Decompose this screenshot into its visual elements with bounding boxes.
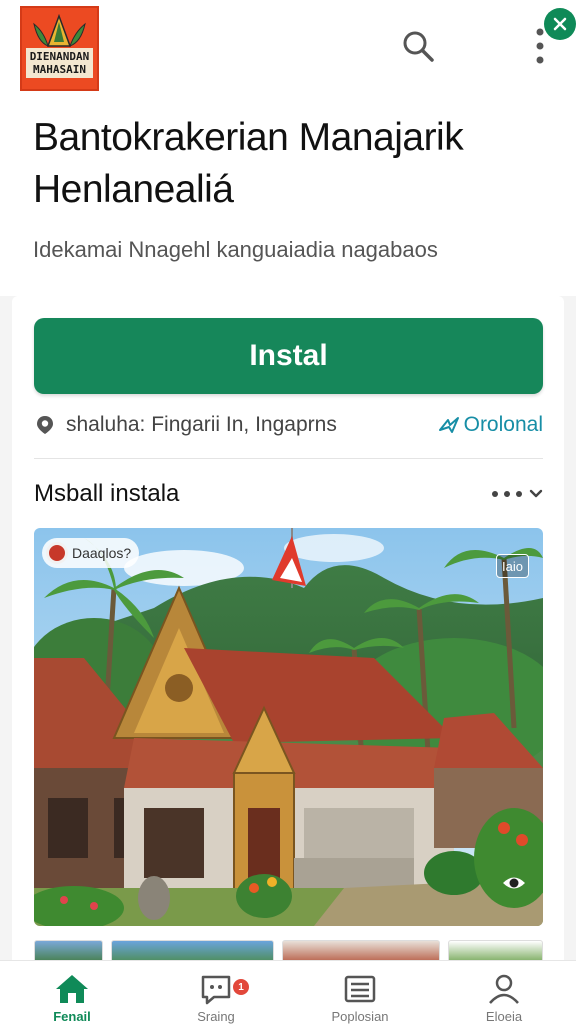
preview-screenshot[interactable]: Daaqlos? Iaio bbox=[34, 528, 543, 926]
install-card: Instal shaluha: Fingarii In, Ingaprns Or… bbox=[12, 296, 564, 966]
info-text: shaluha: Fingarii In, Ingaprns bbox=[66, 413, 337, 436]
chevron-down-icon bbox=[529, 489, 543, 498]
divider bbox=[34, 458, 543, 459]
library-icon bbox=[344, 975, 376, 1003]
avatar bbox=[46, 542, 68, 564]
temple-scene-image bbox=[34, 528, 543, 926]
nav-label-profile: Eloeia bbox=[485, 1009, 523, 1024]
share-arrow-icon bbox=[438, 417, 459, 433]
eye-icon bbox=[503, 877, 525, 889]
nav-label-library: Poplosian bbox=[331, 1009, 389, 1024]
home-icon bbox=[56, 975, 88, 1003]
app-subtitle: Idekamai Nnagehl kanguaiadia nagabaos bbox=[33, 237, 438, 262]
close-icon bbox=[553, 17, 567, 31]
nav-item-library[interactable]: Poplosian bbox=[288, 961, 432, 1024]
app-header: DIENANDAN MAHASAIN Bantokrakerian Manaja… bbox=[0, 0, 576, 296]
logo-leaves-icon bbox=[33, 14, 86, 47]
close-button[interactable] bbox=[544, 8, 576, 40]
search-icon bbox=[403, 31, 434, 62]
notification-badge: 1 bbox=[233, 979, 249, 995]
chat-icon bbox=[201, 975, 231, 1005]
more-vertical-icon bbox=[536, 28, 544, 64]
app-title: Bantokrakerian Manajarik Henlanealiá bbox=[33, 116, 464, 211]
nav-item-profile[interactable]: Eloeia bbox=[432, 961, 576, 1024]
preview-badge-left: Daaqlos? bbox=[42, 538, 140, 568]
logo-text: DIENANDAN MAHASAIN bbox=[26, 48, 93, 78]
info-row: shaluha: Fingarii In, Ingaprns Orolonal bbox=[34, 406, 543, 444]
section-title: Msball instala bbox=[34, 480, 180, 507]
optional-link[interactable]: Orolonal bbox=[438, 413, 543, 437]
preview-badge-right: Iaio bbox=[496, 554, 529, 578]
section-header: Msball instala bbox=[34, 476, 543, 512]
section-more-button[interactable] bbox=[491, 489, 543, 499]
location-pin-icon bbox=[34, 413, 58, 437]
nav-item-chat[interactable]: 1 Sraing bbox=[144, 961, 288, 1024]
bottom-navigation: Fenail 1 Sraing Poplosian Eloeia bbox=[0, 960, 576, 1024]
nav-item-home[interactable]: Fenail bbox=[0, 961, 144, 1024]
search-button[interactable] bbox=[398, 26, 438, 66]
more-horizontal-icon bbox=[492, 491, 522, 497]
view-button[interactable] bbox=[501, 870, 527, 896]
optional-label: Orolonal bbox=[463, 413, 543, 436]
preview-badge-left-text: Daaqlos? bbox=[72, 545, 132, 561]
nav-label-home: Fenail bbox=[53, 1009, 91, 1024]
install-button[interactable]: Instal bbox=[34, 318, 543, 394]
app-page: DIENANDAN MAHASAIN Bantokrakerian Manaja… bbox=[0, 0, 576, 1024]
profile-icon bbox=[489, 974, 519, 1004]
app-logo: DIENANDAN MAHASAIN bbox=[20, 6, 99, 91]
nav-label-chat: Sraing bbox=[197, 1009, 235, 1024]
